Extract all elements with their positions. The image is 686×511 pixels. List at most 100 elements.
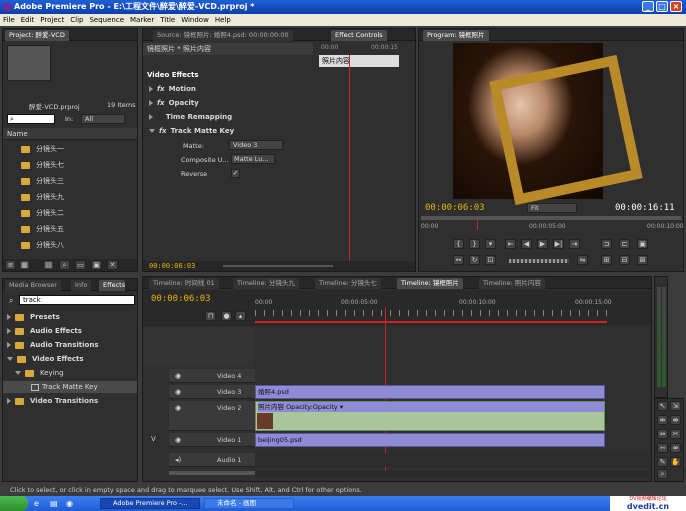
lock-icon[interactable]: ▴ — [235, 311, 246, 321]
tab-timeline-4[interactable]: Timeline: 镜框照片 — [397, 278, 463, 289]
set-marker-icon[interactable]: ● — [221, 311, 232, 321]
list-item[interactable]: 分镜头五 — [3, 223, 137, 235]
tree-presets[interactable]: Presets — [3, 311, 137, 323]
audio-track-area[interactable] — [255, 453, 649, 467]
list-item[interactable]: 分镜头九 — [3, 191, 137, 203]
close-button[interactable]: × — [670, 1, 682, 12]
marker-icon[interactable]: ▾ — [485, 239, 496, 249]
ec-zoom-slider[interactable] — [223, 265, 333, 267]
v-target-indicator[interactable]: V — [151, 435, 156, 443]
selection-tool-icon[interactable]: ↖ — [657, 401, 668, 411]
eye-icon[interactable]: ◉ — [175, 388, 181, 396]
track-header-video-3[interactable]: Video 3 — [169, 385, 255, 399]
program-scrubber[interactable] — [421, 216, 681, 220]
matte-select[interactable]: Video 3 — [229, 140, 283, 150]
track-header-video-2[interactable]: Video 2 — [169, 401, 255, 431]
list-item[interactable]: 分镜头七 — [3, 159, 137, 171]
extract-icon[interactable]: ⊏ — [619, 239, 630, 249]
clip-v1[interactable]: beijing05.psd — [255, 433, 605, 447]
collapse-icon[interactable] — [15, 371, 21, 375]
tab-source[interactable]: Source: 镜框照片: 婚照4.psd: 00:00:00:00 — [153, 30, 293, 41]
composite-select[interactable]: Matte Lu... — [231, 154, 275, 164]
go-to-out-icon[interactable]: ⇥ — [569, 239, 580, 249]
step-back-icon[interactable]: ◀ — [521, 239, 532, 249]
collapse-icon[interactable] — [7, 357, 13, 361]
loop-icon[interactable]: ↻ — [469, 255, 480, 265]
set-out-point-icon[interactable]: } — [469, 239, 480, 249]
razor-tool-icon[interactable]: ✂ — [670, 429, 681, 439]
expand-icon[interactable] — [7, 398, 11, 404]
work-area-bar[interactable] — [255, 321, 607, 323]
ripple-edit-tool-icon[interactable]: ⇹ — [657, 415, 668, 425]
menu-file[interactable]: File — [0, 14, 18, 26]
effect-motion[interactable]: fx Motion — [143, 83, 313, 95]
effect-opacity[interactable]: fx Opacity — [143, 97, 313, 109]
find-icon[interactable]: ⌕ — [59, 260, 70, 270]
program-current-timecode[interactable]: 00:00:06:03 — [425, 203, 485, 213]
in-filter-select[interactable]: All — [81, 114, 125, 124]
folder-icon[interactable]: ▤ — [50, 499, 58, 508]
automate-icon[interactable]: ▤ — [43, 260, 54, 270]
effect-track-matte-key[interactable]: fx Track Matte Key — [143, 125, 313, 137]
effects-search-input[interactable]: track — [19, 295, 135, 305]
time-ruler-ticks[interactable] — [255, 310, 607, 316]
timeline-zoom-slider[interactable] — [169, 471, 269, 475]
tab-timeline-5[interactable]: Timeline: 照片内容 — [479, 278, 545, 289]
menu-marker[interactable]: Marker — [127, 14, 157, 26]
play-icon[interactable]: ▶ — [537, 239, 548, 249]
new-bin-icon[interactable]: ▭ — [75, 260, 86, 270]
expand-icon[interactable] — [7, 314, 11, 320]
safe-margins-icon[interactable]: ⊡ — [485, 255, 496, 265]
expand-icon[interactable] — [149, 86, 153, 92]
expand-icon[interactable] — [7, 342, 11, 348]
track-header-audio-1[interactable]: Audio 1 — [169, 453, 255, 467]
list-item[interactable]: 分镜头一 — [3, 143, 137, 155]
tree-track-matte-key[interactable]: Track Matte Key — [3, 381, 137, 393]
tab-timeline-1[interactable]: Timeline: 时间线 01 — [149, 278, 219, 289]
speaker-icon[interactable]: ◂) — [175, 456, 181, 464]
rolling-edit-tool-icon[interactable]: ⇼ — [670, 415, 681, 425]
tree-keying[interactable]: Keying — [3, 367, 137, 379]
go-to-in-icon[interactable]: ⇤ — [505, 239, 516, 249]
expand-icon[interactable] — [149, 114, 153, 120]
export-frame-icon[interactable]: ▣ — [637, 239, 648, 249]
track-select-tool-icon[interactable]: ⇲ — [670, 401, 681, 411]
snap-icon[interactable]: ⊓ — [205, 311, 216, 321]
timeline-timecode[interactable]: 00:00:06:03 — [151, 294, 211, 304]
shuttle-icon[interactable]: ⇋ — [577, 255, 588, 265]
lift-icon[interactable]: ⊐ — [601, 239, 612, 249]
set-in-point-icon[interactable]: { — [453, 239, 464, 249]
list-item[interactable]: 分镜头三 — [3, 175, 137, 187]
step-forward-icon[interactable]: ▶| — [553, 239, 564, 249]
expand-icon[interactable] — [7, 328, 11, 334]
menu-title[interactable]: Title — [157, 14, 178, 26]
track-header-video-4[interactable]: Video 4 — [169, 369, 255, 383]
collapse-icon[interactable] — [149, 129, 155, 133]
eye-icon[interactable]: ◉ — [175, 372, 181, 380]
maximize-button[interactable]: □ — [656, 1, 668, 12]
taskbar-item-paint[interactable]: 未命名 - 画图 — [204, 498, 294, 509]
ie-icon[interactable]: e — [34, 499, 39, 508]
list-view-icon[interactable]: ≡ — [5, 260, 16, 270]
menu-project[interactable]: Project — [37, 14, 67, 26]
ec-clip-bar[interactable]: 照片内容 — [319, 55, 399, 67]
delete-icon[interactable]: ✕ — [107, 260, 118, 270]
zoom-fit-select[interactable]: Fit — [527, 203, 577, 213]
slip-tool-icon[interactable]: ⇿ — [657, 443, 668, 453]
tab-info[interactable]: Info — [71, 280, 92, 291]
effect-time-remapping[interactable]: Time Remapping — [143, 111, 313, 123]
name-column-header[interactable]: Name — [3, 128, 137, 140]
output-icon[interactable]: ⊟ — [619, 255, 630, 265]
ec-playhead[interactable] — [349, 55, 350, 261]
zoom-tool-icon[interactable]: ⌕ — [657, 469, 668, 479]
trim-icon[interactable]: ⊞ — [601, 255, 612, 265]
clip-v2[interactable]: 照片内容 Opacity:Opacity ▾ — [255, 401, 605, 431]
jog-control[interactable] — [509, 259, 569, 263]
taskbar-item-premiere[interactable]: Adobe Premiere Pro -... — [100, 498, 200, 509]
rate-stretch-tool-icon[interactable]: ⇔ — [657, 429, 668, 439]
ec-timecode[interactable]: 00:00:06:03 — [149, 262, 195, 270]
icon-view-icon[interactable]: ▦ — [19, 260, 30, 270]
tab-timeline-2[interactable]: Timeline: 分镜头九 — [233, 278, 299, 289]
tree-video-transitions[interactable]: Video Transitions — [3, 395, 137, 407]
track-header-video-1[interactable]: Video 1 — [169, 433, 255, 447]
